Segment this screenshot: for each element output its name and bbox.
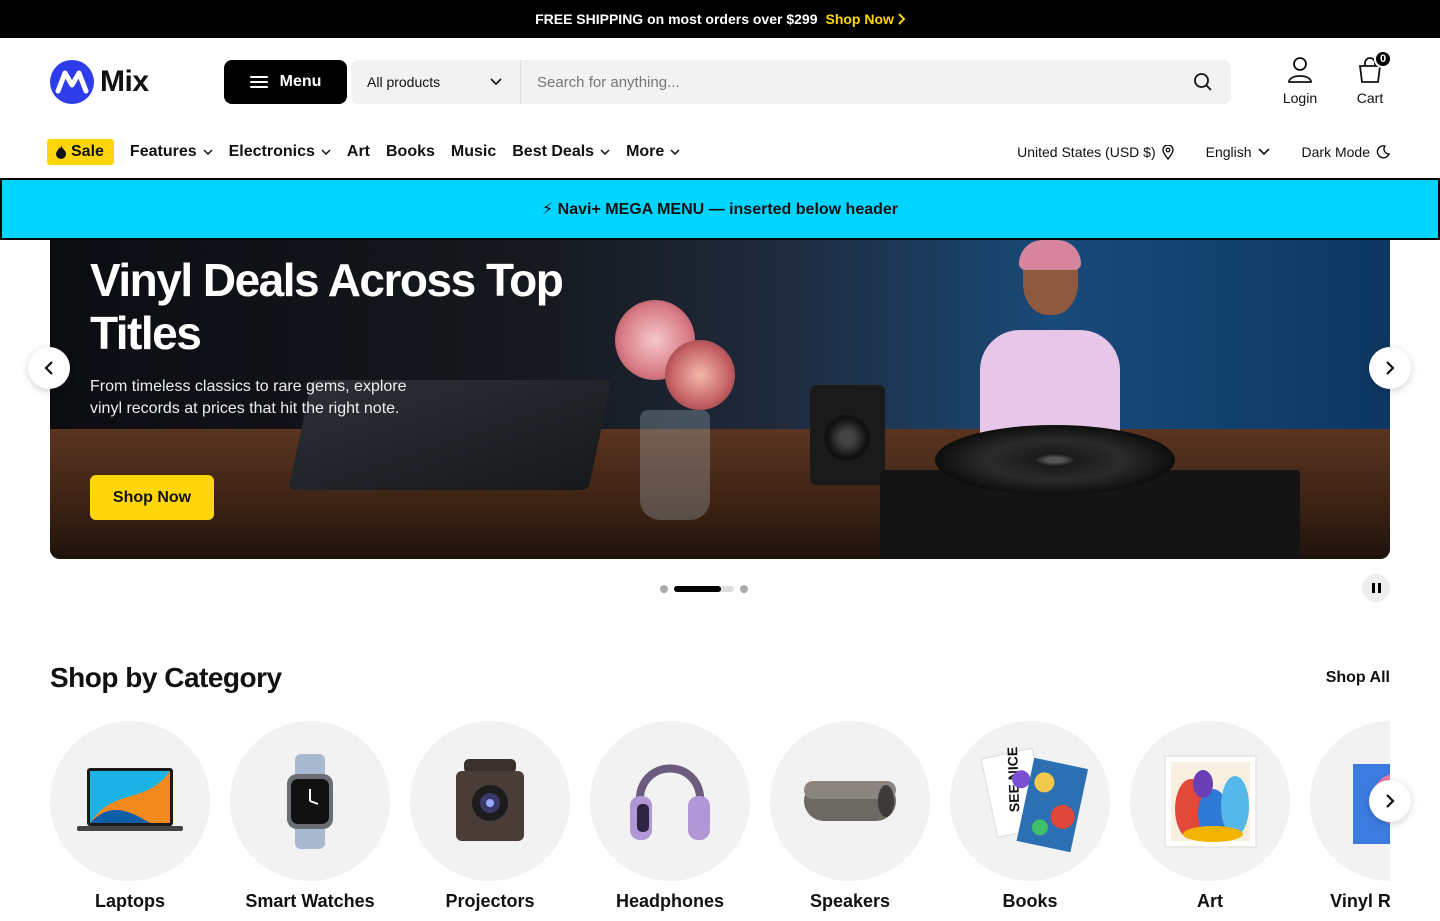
- hamburger-icon: [249, 76, 268, 88]
- pause-icon: [1371, 583, 1375, 593]
- category-item-headphones[interactable]: Headphones: [590, 721, 750, 912]
- search-button[interactable]: [1175, 60, 1231, 104]
- search-category-select[interactable]: All products: [351, 60, 521, 104]
- hero-slider: Vinyl Deals Across Top Titles From timel…: [0, 240, 1440, 602]
- language-selector[interactable]: English: [1206, 144, 1270, 160]
- chevron-right-icon: [1386, 361, 1395, 375]
- announcement-bar: FREE SHIPPING on most orders over $299 S…: [0, 0, 1440, 38]
- chevron-right-icon: [898, 13, 905, 25]
- category-label: Vinyl Records: [1330, 891, 1390, 911]
- books-icon: SEE NICE: [980, 746, 1089, 852]
- chevron-down-icon: [321, 149, 331, 155]
- category-shop-all-link[interactable]: Shop All: [1326, 669, 1390, 687]
- category-label: Laptops: [95, 891, 165, 911]
- logo[interactable]: Mix: [50, 60, 224, 104]
- cart-count-badge: 0: [1374, 50, 1392, 68]
- chevron-down-icon: [600, 149, 610, 155]
- category-item-projectors[interactable]: Projectors: [410, 721, 570, 912]
- speaker-icon: [804, 781, 896, 821]
- chevron-left-icon: [44, 361, 53, 375]
- headphones-icon: [630, 764, 710, 840]
- shop-by-category: Shop by Category Shop All Laptops Smart …: [50, 662, 1390, 911]
- header-actions: Login Cart 0: [1280, 50, 1392, 106]
- category-label: Headphones: [615, 891, 725, 911]
- category-item-art[interactable]: Art: [1130, 721, 1290, 912]
- nav-item-more[interactable]: More: [626, 143, 680, 161]
- login-button[interactable]: Login: [1280, 56, 1320, 106]
- user-icon: [1288, 57, 1312, 83]
- logo-text: Mix: [100, 65, 149, 98]
- cart-button[interactable]: Cart 0: [1350, 50, 1392, 106]
- chevron-right-icon: [1386, 794, 1395, 808]
- search-icon: [1194, 73, 1212, 91]
- moon-icon: [1376, 145, 1390, 159]
- hero-shop-now-button[interactable]: Shop Now: [90, 475, 214, 520]
- category-item-books[interactable]: SEE NICE Books: [950, 721, 1110, 912]
- hero-title: Vinyl Deals Across Top Titles: [90, 254, 564, 359]
- projector-icon: [456, 758, 524, 841]
- hero-image-record: [935, 425, 1175, 495]
- nav-item-music[interactable]: Music: [451, 143, 496, 161]
- header: Mix Menu All products Login Cart 0: [0, 38, 1440, 126]
- search-input[interactable]: [521, 60, 1175, 104]
- hero-dot-2[interactable]: [674, 586, 734, 592]
- art-icon: [1164, 755, 1256, 847]
- chevron-down-icon: [670, 149, 680, 155]
- hero-dot-1[interactable]: [660, 585, 668, 593]
- category-item-speakers[interactable]: Speakers: [770, 721, 930, 912]
- category-section-title: Shop by Category: [50, 662, 282, 693]
- nav-item-art[interactable]: Art: [347, 143, 370, 161]
- hero-image-flower: [665, 340, 735, 410]
- main-nav: Sale Features Electronics Art Books Musi…: [0, 126, 1440, 178]
- category-label: Books: [1002, 891, 1058, 911]
- nav-item-best-deals[interactable]: Best Deals: [512, 143, 610, 161]
- category-item-smart-watches[interactable]: Smart Watches: [230, 721, 390, 912]
- hero-prev-button[interactable]: [28, 347, 70, 389]
- hero-image-speaker: [810, 385, 885, 485]
- category-label: Speakers: [809, 891, 891, 911]
- hero-image-vase: [640, 410, 710, 520]
- logo-mark-icon: [50, 60, 94, 104]
- category-item-laptops[interactable]: Laptops: [50, 721, 210, 912]
- category-label: Projectors: [445, 891, 535, 911]
- hero-image-person: [975, 240, 1125, 450]
- hero-pause-button[interactable]: [1362, 574, 1390, 602]
- nav-sale[interactable]: Sale: [47, 139, 114, 165]
- hero-subtitle: From timeless classics to rare gems, exp…: [90, 378, 407, 417]
- hero-slide: Vinyl Deals Across Top Titles From timel…: [50, 240, 1390, 559]
- chevron-down-icon: [1257, 148, 1270, 156]
- smartwatch-icon: [287, 753, 333, 849]
- announcement-text: FREE SHIPPING on most orders over $299: [535, 11, 818, 27]
- chevron-down-icon: [203, 149, 213, 155]
- hero-dot-3[interactable]: [740, 585, 748, 593]
- menu-button[interactable]: Menu: [224, 60, 347, 104]
- currency-selector[interactable]: United States (USD $): [1017, 144, 1174, 160]
- category-carousel: Laptops Smart Watches Projectors Headpho…: [50, 721, 1390, 921]
- chevron-down-icon: [490, 78, 502, 86]
- dark-mode-toggle[interactable]: Dark Mode: [1302, 144, 1390, 160]
- nav-item-electronics[interactable]: Electronics: [229, 143, 331, 161]
- nav-item-books[interactable]: Books: [386, 143, 435, 161]
- category-next-button[interactable]: [1369, 780, 1411, 822]
- mega-menu-banner: ⚡ Navi+ MEGA MENU — inserted below heade…: [0, 178, 1440, 240]
- search-bar: All products: [351, 60, 1231, 104]
- category-label: Art: [1197, 891, 1223, 911]
- hero-next-button[interactable]: [1369, 347, 1411, 389]
- fire-icon: [56, 145, 66, 159]
- announcement-shop-now-link[interactable]: Shop Now: [825, 11, 905, 27]
- location-pin-icon: [1161, 144, 1174, 160]
- laptop-icon: [77, 768, 183, 831]
- nav-item-features[interactable]: Features: [130, 143, 213, 161]
- hero-pagination: [660, 585, 748, 593]
- category-label: Smart Watches: [245, 891, 375, 911]
